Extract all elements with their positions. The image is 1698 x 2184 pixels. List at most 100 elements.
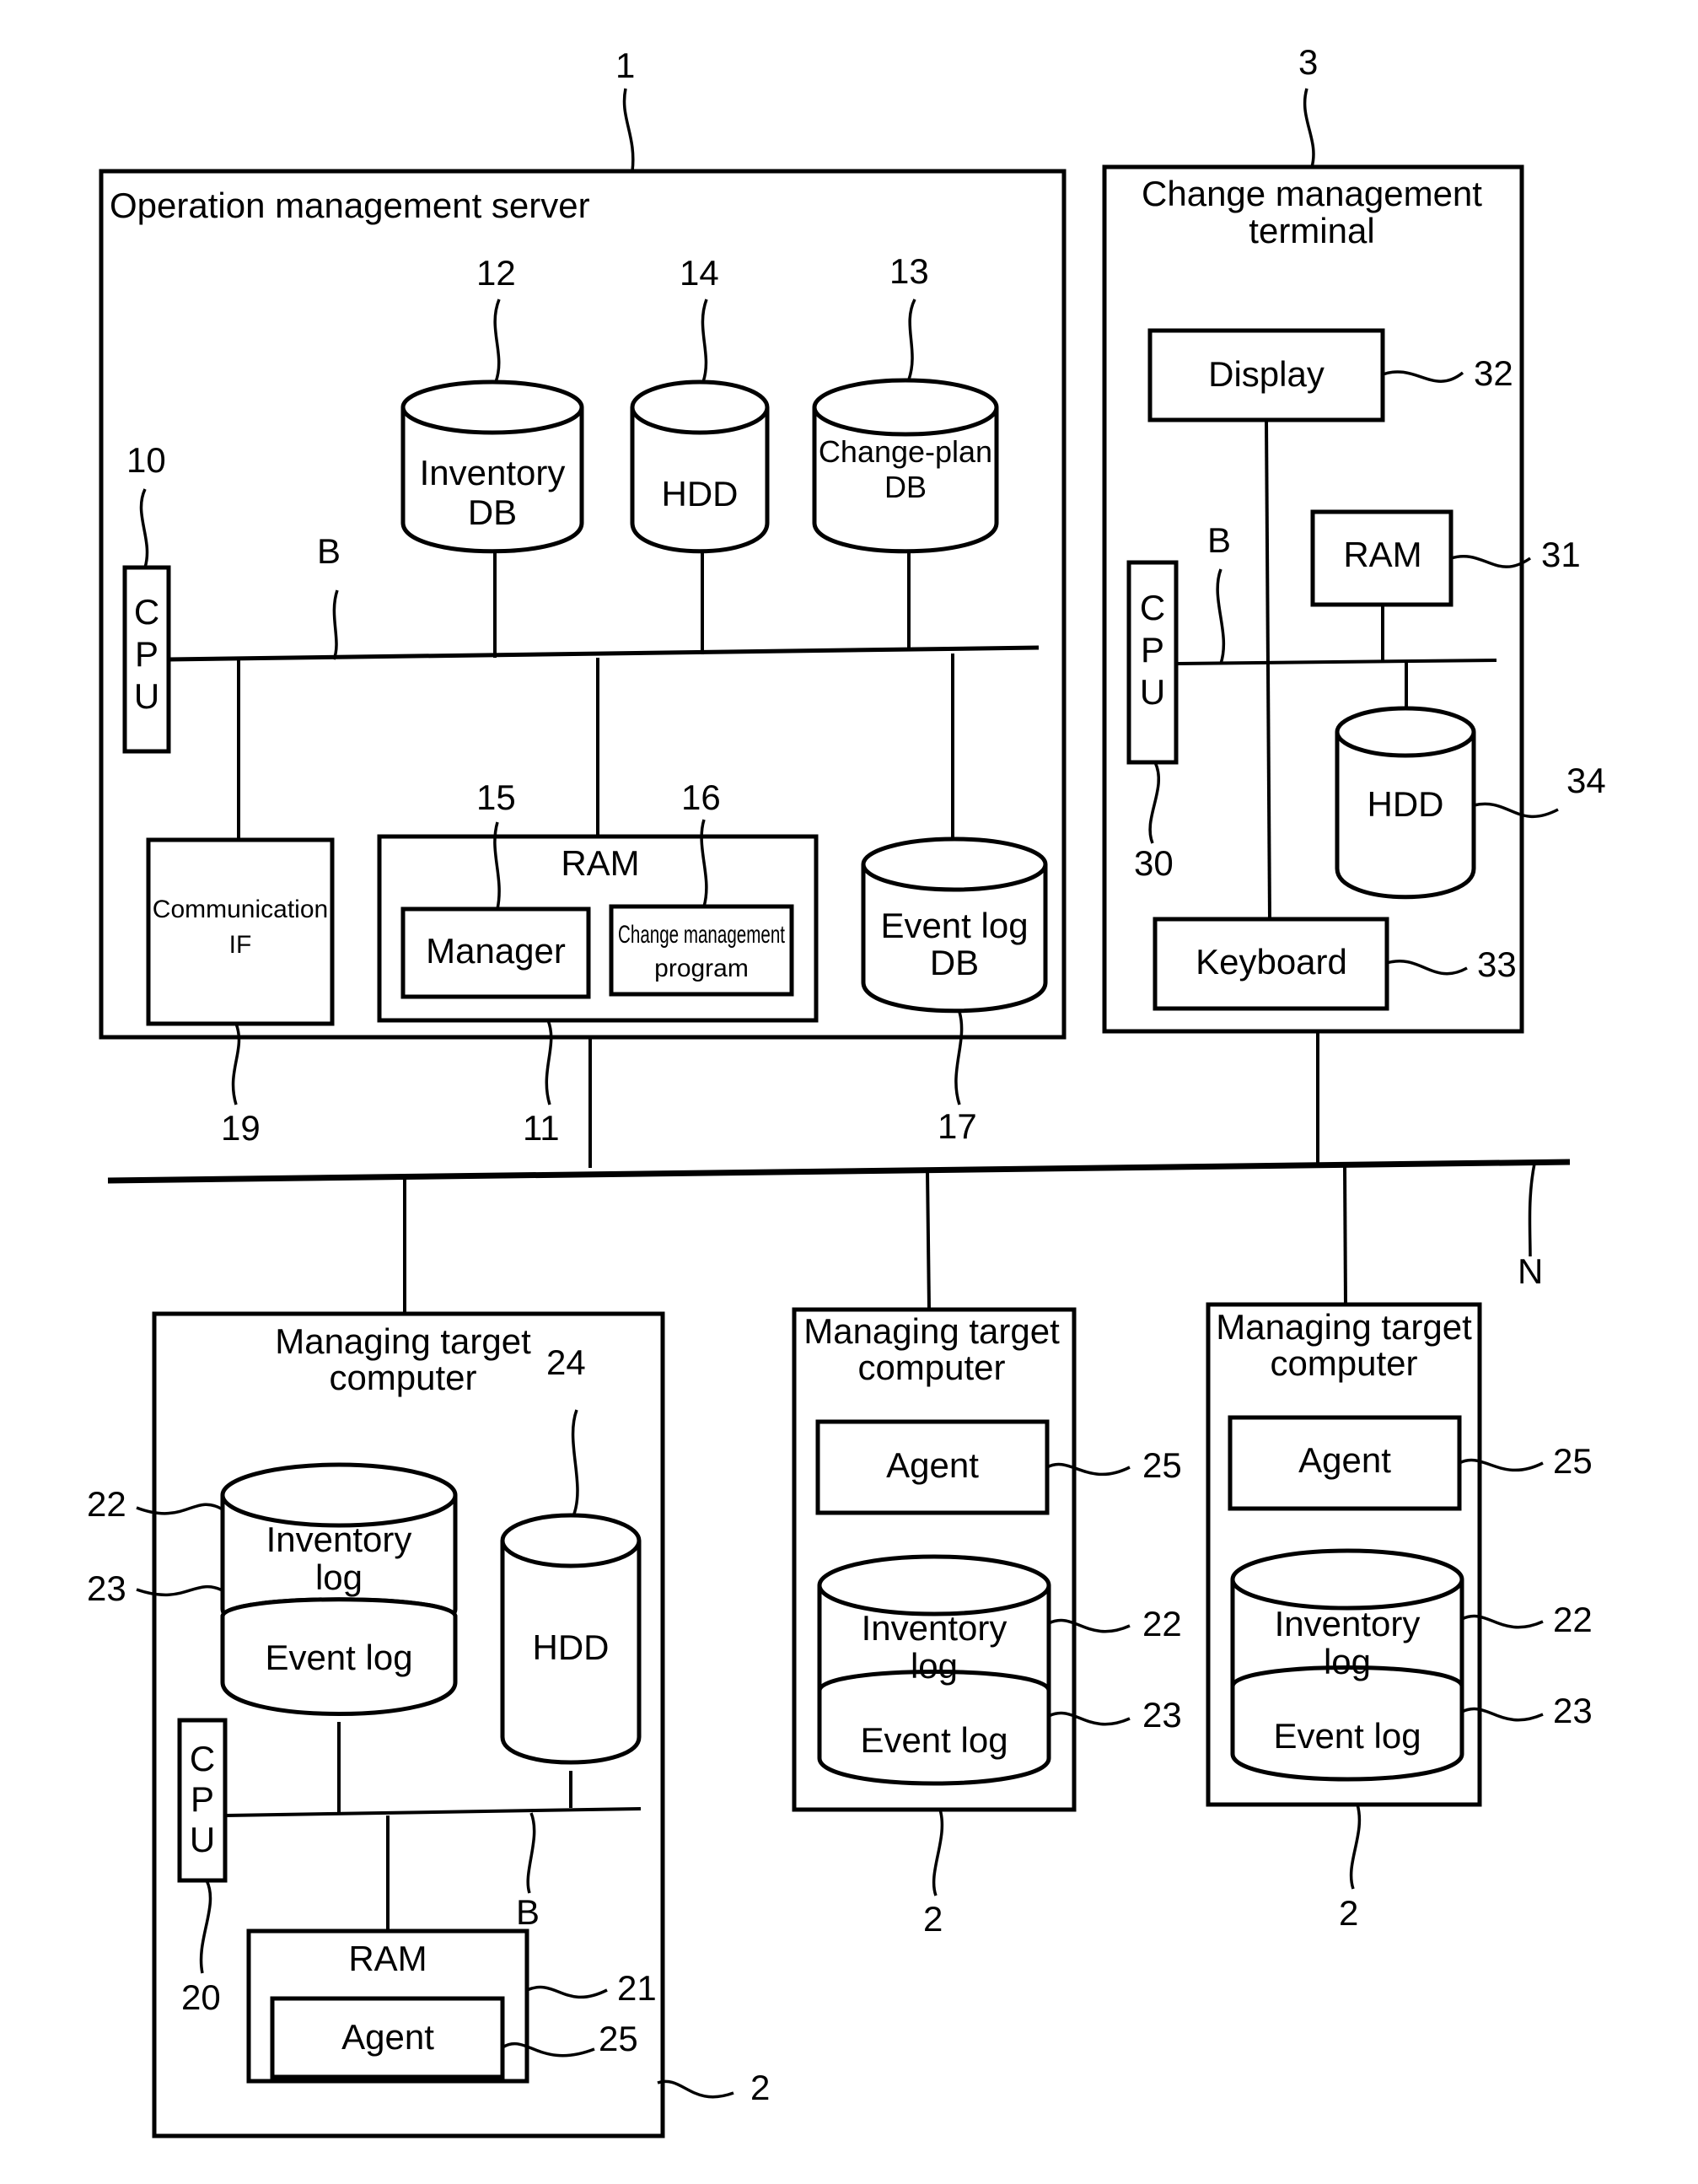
server-title: Operation management server [110, 186, 590, 225]
server-cpu-p: P [135, 634, 159, 674]
target3-agent-label: Agent [1298, 1440, 1391, 1480]
target3-inventory-label-1: Inventory [1275, 1604, 1421, 1643]
change-plan-db-cylinder: Change-plan DB [812, 378, 999, 554]
server-cpu-c: C [134, 592, 159, 632]
operation-management-server: Operation management server 1 B C P U 10… [99, 46, 1067, 1148]
target1-cpu-ref: 20 [181, 1977, 221, 2017]
inventory-db-label-2: DB [468, 492, 517, 532]
target2-event-label: Event log [860, 1720, 1008, 1760]
target1-title-1: Managing target [275, 1321, 531, 1361]
target1-cpu-p: P [191, 1779, 214, 1819]
target1-agent-label: Agent [341, 2017, 434, 2057]
target3-agent-ref: 25 [1553, 1441, 1593, 1481]
target3-ref: 2 [1339, 1893, 1358, 1933]
target2-inventory-label-1: Inventory [862, 1608, 1008, 1648]
target1-hdd-cylinder: HDD [500, 1513, 642, 1765]
target2-agent-label: Agent [886, 1445, 979, 1485]
server-ref: 1 [615, 46, 635, 85]
display-label: Display [1208, 354, 1325, 394]
comm-if-label-1: Communication [153, 896, 328, 923]
event-log-db-cylinder: Event log DB [861, 836, 1048, 1014]
server-bus-label: B [317, 531, 341, 571]
server-hdd-cylinder: HDD [630, 379, 770, 554]
target2-network-drop [926, 1170, 931, 1310]
network-label: N [1518, 1251, 1543, 1291]
terminal-cpu-u: U [1140, 672, 1165, 712]
target3-event-label: Event log [1273, 1716, 1421, 1756]
terminal-bus-label: B [1207, 520, 1231, 560]
network-line [107, 1159, 1571, 1184]
target3-event-ref: 23 [1553, 1691, 1593, 1730]
target3-log-cylinder: Inventory log Event log [1230, 1548, 1464, 1782]
event-log-db-label-1: Event log [880, 906, 1028, 945]
server-hdd-ref: 14 [680, 253, 719, 293]
target1-inventory-ref: 22 [87, 1484, 126, 1524]
event-log-db-ref: 17 [938, 1106, 977, 1146]
target2-ref: 2 [923, 1899, 943, 1939]
target2-ref-leader [932, 1809, 944, 1896]
network-leader [1528, 1163, 1536, 1257]
terminal-title-1: Change management [1142, 174, 1482, 213]
change-management-terminal: Change management terminal 3 Display 32 … [1102, 42, 1606, 1034]
target1-log-cylinder: Inventory log Event log [220, 1462, 458, 1716]
target1-ram-ref: 21 [617, 1968, 657, 2008]
target1-ref-leader [657, 2079, 734, 2099]
terminal-title-2: terminal [1249, 211, 1374, 250]
inventory-db-cylinder: Inventory DB [400, 379, 584, 554]
target3-inventory-ref: 22 [1553, 1600, 1593, 1639]
terminal-ram-ref: 31 [1541, 535, 1581, 574]
target1-agent-ref: 25 [599, 2019, 638, 2058]
terminal-cpu-c: C [1140, 588, 1165, 627]
target2-title-1: Managing target [803, 1311, 1060, 1351]
terminal-hdd-label: HDD [1368, 784, 1444, 824]
target2-log-cylinder: Inventory log Event log [817, 1554, 1051, 1786]
target2-inventory-ref: 22 [1142, 1604, 1182, 1643]
target3-inventory-label-2: log [1324, 1642, 1371, 1681]
server-ref-leader [622, 88, 635, 172]
managing-target-computer-2: Managing target computer Agent 25 Invent… [792, 1307, 1182, 1939]
target1-event-label: Event log [265, 1638, 412, 1677]
target1-bus-label: B [516, 1892, 540, 1932]
target1-hdd-ref: 24 [546, 1342, 586, 1382]
target2-agent-ref: 25 [1142, 1445, 1182, 1485]
target3-network-drop [1343, 1165, 1347, 1306]
target2-event-ref: 23 [1142, 1695, 1182, 1735]
target1-inventory-label-1: Inventory [266, 1520, 412, 1559]
manager-ref: 15 [476, 777, 516, 817]
target1-ram-label: RAM [348, 1939, 427, 1978]
comm-if-ref: 19 [221, 1108, 261, 1148]
terminal-ref-leader [1303, 88, 1315, 168]
event-log-db-label-2: DB [930, 943, 979, 982]
comm-if-label-2: IF [229, 931, 252, 959]
change-program-ref: 16 [681, 777, 721, 817]
terminal-cpu-p: P [1141, 630, 1164, 670]
target1-ref: 2 [750, 2068, 770, 2107]
inventory-db-ref: 12 [476, 253, 516, 293]
server-ram-ref: 11 [523, 1108, 560, 1148]
target3-ref-leader [1349, 1804, 1362, 1890]
keyboard-ref: 33 [1477, 944, 1517, 984]
server-hdd-label: HDD [662, 474, 739, 514]
target1-cpu-u: U [190, 1820, 215, 1859]
terminal-ref: 3 [1298, 42, 1318, 82]
terminal-cpu-ref: 30 [1134, 843, 1174, 883]
target1-cpu-c: C [190, 1739, 215, 1778]
target3-title-1: Managing target [1216, 1307, 1472, 1347]
terminal-hdd-cylinder: HDD [1335, 706, 1476, 900]
managing-target-computer-detailed: Managing target computer 2 Inventory log… [87, 1311, 770, 2138]
change-program-label-2: program [654, 955, 749, 982]
change-plan-db-label-2: DB [884, 470, 927, 504]
display-ref: 32 [1474, 353, 1513, 393]
target1-event-ref: 23 [87, 1568, 126, 1608]
keyboard-label: Keyboard [1196, 942, 1347, 982]
target1-inventory-label-2: log [315, 1557, 363, 1597]
manager-label: Manager [426, 931, 566, 971]
target2-title-2: computer [857, 1348, 1005, 1387]
server-ram-label: RAM [561, 843, 639, 883]
network: N [107, 1031, 1571, 1314]
target1-hdd-label: HDD [533, 1627, 610, 1667]
server-cpu-u: U [134, 676, 159, 716]
system-block-diagram: Operation management server 1 B C P U 10… [87, 42, 1606, 2138]
target1-title-2: computer [329, 1358, 476, 1397]
terminal-ram-label: RAM [1343, 535, 1421, 574]
